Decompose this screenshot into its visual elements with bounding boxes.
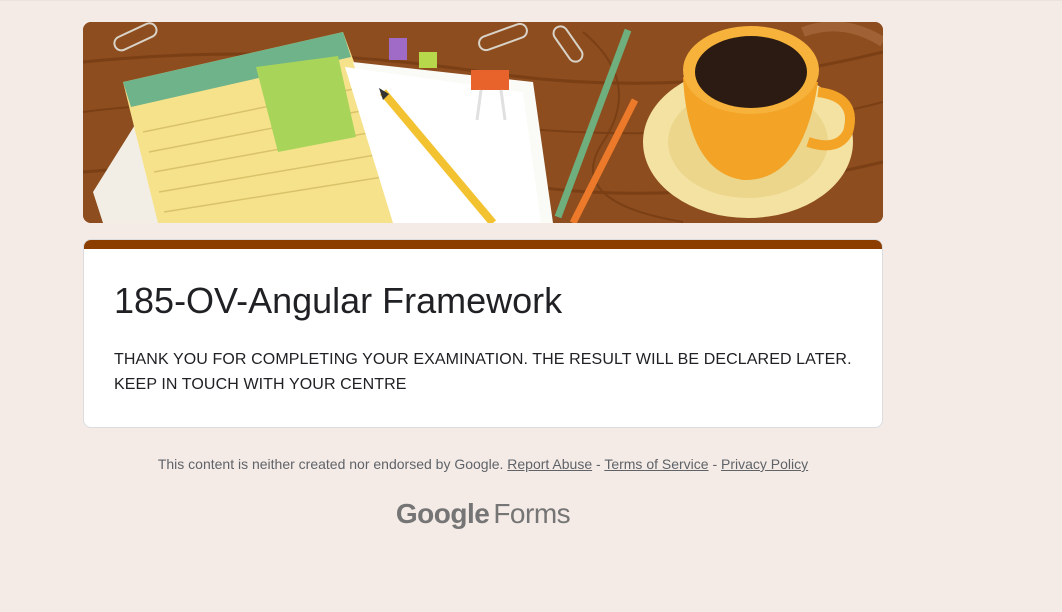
form-container: 185-OV-Angular Framework THANK YOU FOR C…: [83, 22, 883, 428]
disclaimer-text: This content is neither created nor endo…: [157, 456, 504, 472]
footer: This content is neither created nor endo…: [83, 456, 883, 472]
footer-separator: -: [712, 456, 718, 472]
forms-wordmark: Forms: [493, 498, 571, 529]
card-accent-bar: [84, 240, 882, 249]
header-banner-image: [83, 22, 883, 223]
form-card: 185-OV-Angular Framework THANK YOU FOR C…: [83, 239, 883, 428]
card-body: 185-OV-Angular Framework THANK YOU FOR C…: [84, 249, 882, 427]
google-forms-logo[interactable]: Google Forms: [83, 498, 883, 530]
google-wordmark: Google: [395, 498, 490, 529]
page: 185-OV-Angular Framework THANK YOU FOR C…: [0, 0, 1062, 612]
form-title: 185-OV-Angular Framework: [114, 280, 563, 321]
desk-illustration: [83, 22, 883, 223]
confirmation-message: THANK YOU FOR COMPLETING YOUR EXAMINATIO…: [114, 351, 852, 393]
report-abuse-link[interactable]: Report Abuse: [507, 456, 592, 472]
footer-separator: -: [596, 456, 601, 472]
privacy-policy-link[interactable]: Privacy Policy: [721, 456, 808, 472]
terms-of-service-link[interactable]: Terms of Service: [604, 456, 708, 472]
